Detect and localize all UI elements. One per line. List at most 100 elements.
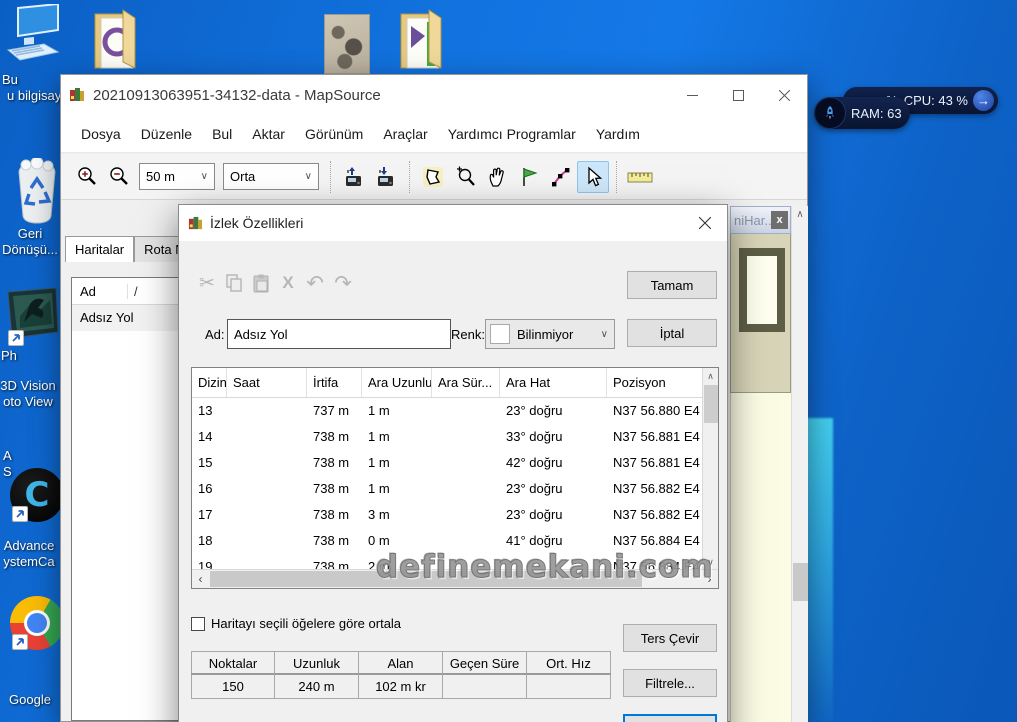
rocket-icon[interactable] <box>814 97 846 129</box>
desktop-folder-icon[interactable] <box>93 8 141 70</box>
table-column-header-6[interactable]: Pozisyon <box>607 368 703 397</box>
delete-icon[interactable]: X <box>276 271 300 295</box>
scroll-up-arrow[interactable]: ∧ <box>703 368 718 384</box>
menu-item-4[interactable]: Görünüm <box>295 126 373 142</box>
table-vertical-scrollbar[interactable]: ∧ ∨ <box>702 368 718 570</box>
menu-item-3[interactable]: Aktar <box>242 126 295 142</box>
3d-vision-label-line1[interactable]: 3D Vision <box>0 378 60 393</box>
waypoint-flag-tool-button[interactable] <box>513 161 545 193</box>
center-map-checkbox-row[interactable]: Haritayı seçili öğelere göre ortala <box>191 616 401 631</box>
3d-vision-label-line2[interactable]: oto View <box>0 394 60 409</box>
filter-button[interactable]: Filtrele... <box>623 669 717 697</box>
selection-tool-button[interactable] <box>577 161 609 193</box>
asc-label-line2[interactable]: ystemCa <box>0 554 61 569</box>
ph-label-fragment[interactable]: Ph <box>1 348 17 363</box>
scroll-left-arrow[interactable]: ‹ <box>192 570 209 588</box>
cancel-button[interactable]: İptal <box>627 319 717 347</box>
minimize-button[interactable] <box>669 75 715 115</box>
scrollbar-thumb[interactable] <box>704 385 718 423</box>
pan-hand-tool-button[interactable] <box>481 161 513 193</box>
menu-item-0[interactable]: Dosya <box>71 126 131 142</box>
tab-rota-noktalari[interactable]: Rota Nokta <box>134 236 181 262</box>
dialog-title-bar[interactable]: İzlek Özellikleri <box>179 205 727 241</box>
table-column-header-1[interactable]: Saat <box>227 368 307 397</box>
this-pc-label-line1[interactable]: Bu <box>2 72 18 87</box>
table-cell: 738 m <box>307 528 362 554</box>
summary-value: 102 m kr <box>359 675 443 698</box>
table-row[interactable]: 16738 m1 m23° doğruN37 56.882 E4 <box>192 476 703 502</box>
copy-icon[interactable] <box>222 271 246 295</box>
this-pc-icon[interactable] <box>4 4 62 64</box>
close-button[interactable] <box>761 75 807 115</box>
menu-bar[interactable]: DosyaDüzenleBulAktarGörünümAraçlarYardım… <box>61 115 807 153</box>
detail-dropdown[interactable]: Orta ∨ <box>223 163 319 190</box>
reverse-button[interactable]: Ters Çevir <box>623 624 717 652</box>
list-item-adsiz-yol[interactable]: Adsız Yol <box>72 305 178 331</box>
menu-item-5[interactable]: Araçlar <box>373 126 437 142</box>
route-tool-button[interactable] <box>545 161 577 193</box>
chrome-label-line1[interactable]: Google <box>0 692 62 707</box>
menu-item-7[interactable]: Yardım <box>586 126 650 142</box>
minimap-viewport-box[interactable] <box>739 248 785 332</box>
dialog-close-button[interactable] <box>683 205 727 241</box>
title-bar[interactable]: 20210913063951-34132-data - MapSource <box>61 75 807 115</box>
recycle-bin-label-line2[interactable]: Dönüşü... <box>0 242 62 257</box>
desktop-photo-icon[interactable] <box>324 14 370 74</box>
map-vertical-scrollbar[interactable]: ∧ <box>791 206 808 722</box>
recycle-bin-icon[interactable] <box>14 158 60 224</box>
show-button-partial[interactable] <box>623 714 717 722</box>
name-input[interactable] <box>227 319 451 349</box>
map-tool-button[interactable] <box>417 161 449 193</box>
table-column-header-3[interactable]: Ara Uzunluğu <box>362 368 432 397</box>
zoom-out-button[interactable] <box>103 161 135 193</box>
table-row[interactable]: 15738 m1 m42° doğruN37 56.881 E4 <box>192 450 703 476</box>
track-list-header[interactable]: Ad / <box>72 278 178 305</box>
map-area[interactable] <box>730 393 791 722</box>
table-column-header-2[interactable]: İrtifa <box>307 368 362 397</box>
redo-icon[interactable]: ↷ <box>331 271 355 295</box>
recycle-bin-label-line1[interactable]: Geri <box>0 226 62 241</box>
detail-value: Orta <box>230 169 255 184</box>
menu-item-1[interactable]: Düzenle <box>131 126 202 142</box>
scrollbar-thumb[interactable] <box>793 563 808 601</box>
undo-icon[interactable]: ↶ <box>303 271 327 295</box>
table-row[interactable]: 17738 m3 m23° doğruN37 56.882 E4 <box>192 502 703 528</box>
shortcut-arrow-icon <box>12 506 28 522</box>
zoom-in-button[interactable] <box>71 161 103 193</box>
zoom-tool-button[interactable] <box>449 161 481 193</box>
color-dropdown[interactable]: Bilinmiyor ∨ <box>485 319 615 349</box>
minimap-panel: niHar... x <box>730 206 791 722</box>
expand-arrow-icon[interactable]: → <box>973 90 994 111</box>
checkbox[interactable] <box>191 617 205 631</box>
asc-label-line1[interactable]: Advance <box>0 538 61 553</box>
menu-item-6[interactable]: Yardımcı Programlar <box>438 126 586 142</box>
ram-monitor-pill[interactable]: RAM: 63 <box>814 97 910 129</box>
table-cell <box>432 476 500 502</box>
chevron-down-icon: ∨ <box>601 329 608 340</box>
paste-icon[interactable] <box>249 271 273 295</box>
scroll-up-arrow[interactable]: ∧ <box>792 206 808 223</box>
ok-button[interactable]: Tamam <box>627 271 717 299</box>
list-column-ad[interactable]: Ad <box>72 284 128 299</box>
maximize-button[interactable] <box>715 75 761 115</box>
receive-from-device-button[interactable] <box>370 161 402 193</box>
table-column-header-4[interactable]: Ara Sür... <box>432 368 500 397</box>
table-cell: 23° doğru <box>500 502 607 528</box>
menu-item-2[interactable]: Bul <box>202 126 242 142</box>
minimap-tab[interactable]: niHar... x <box>730 206 791 234</box>
table-cell <box>432 450 500 476</box>
track-table-body: 13737 m1 m23° doğruN37 56.880 E414738 m1… <box>192 398 703 570</box>
table-column-header-0[interactable]: Dizin <box>192 368 227 397</box>
minimap-close-button[interactable]: x <box>771 211 788 229</box>
tab-haritalar[interactable]: Haritalar <box>65 236 134 262</box>
cut-icon[interactable]: ✂ <box>195 271 219 295</box>
table-row[interactable]: 13737 m1 m23° doğruN37 56.880 E4 <box>192 398 703 424</box>
table-column-header-5[interactable]: Ara Hat <box>500 368 607 397</box>
measure-ruler-button[interactable] <box>624 161 656 193</box>
send-to-device-button[interactable] <box>338 161 370 193</box>
zoom-scale-dropdown[interactable]: 50 m ∨ <box>139 163 215 190</box>
desktop-folder-icon-2[interactable] <box>399 8 447 70</box>
ram-value: RAM: 63 <box>851 106 902 121</box>
table-cell: 33° doğru <box>500 424 607 450</box>
table-row[interactable]: 14738 m1 m33° doğruN37 56.881 E4 <box>192 424 703 450</box>
